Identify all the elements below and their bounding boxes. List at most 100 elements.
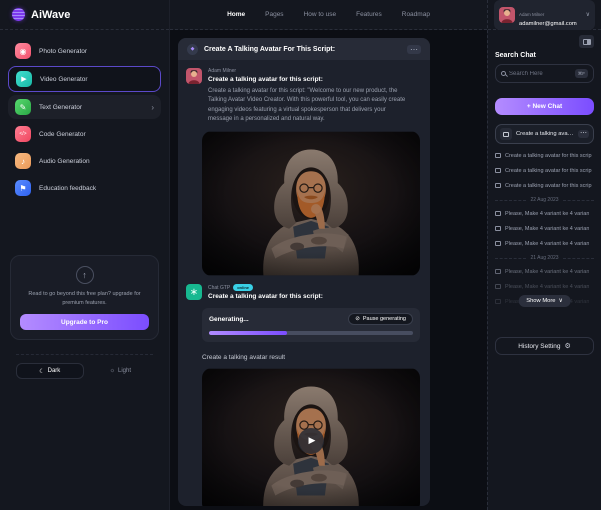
- dark-mode-button[interactable]: ☾ Dark: [16, 363, 84, 379]
- sidebar-item-label: Code Generator: [39, 131, 86, 138]
- nav-features[interactable]: Features: [356, 11, 382, 18]
- sidebar-item-code-generator[interactable]: </> Code Generator: [8, 122, 161, 146]
- avatar-source-image: [202, 131, 420, 276]
- chat-panel: ◆ Create A Talking Avatar For This Scrip…: [178, 38, 430, 506]
- chat-history-item[interactable]: Create a talking avatar for this scrip: [495, 148, 594, 163]
- brand-logo-icon: [12, 8, 25, 21]
- online-badge: online: [233, 284, 253, 291]
- chatgpt-icon: ∗: [186, 284, 202, 300]
- result-label: Create a talking avatar result: [202, 354, 422, 361]
- code-icon: </>: [15, 126, 31, 142]
- sidebar-item-video-generator[interactable]: ▶ Video Generator: [8, 66, 161, 92]
- sidebar-item-label: Video Generator: [40, 76, 88, 83]
- active-chat-label: Create a talking avatar for this scrip: [516, 131, 574, 137]
- light-label: Light: [118, 368, 131, 374]
- active-chat-item[interactable]: Create a talking avatar for this scrip ⋯: [495, 124, 594, 144]
- right-sidebar: Adam Milner adamilner@gmail.com ∨ Search…: [487, 0, 601, 510]
- show-more-button[interactable]: Show More ∨: [518, 295, 571, 307]
- chat-history-item[interactable]: Create a talking avatar for this scrip: [495, 178, 594, 193]
- pause-generating-button[interactable]: ⊘ Pause generating: [348, 313, 413, 325]
- chat-icon: [495, 153, 501, 158]
- left-sidebar: AiWave ◉ Photo Generator ▶ Video Generat…: [0, 0, 170, 510]
- upgrade-text: Read to go beyond this free plan? upgrad…: [20, 290, 149, 307]
- sidebar-item-label: Education feedback: [39, 185, 96, 192]
- message-heading: Create a talking avatar for this script:: [208, 76, 410, 83]
- chat-icon: [495, 183, 501, 188]
- gear-icon: ⚙: [565, 342, 571, 350]
- nav-roadmap[interactable]: Roadmap: [402, 11, 430, 18]
- sidebar-item-text-generator[interactable]: ✎ Text Generator ›: [8, 95, 161, 119]
- avatar-result-video[interactable]: ▶: [202, 368, 420, 506]
- chat-icon: [495, 168, 501, 173]
- chat-icon: [495, 269, 501, 274]
- main-area: ◆ Create A Talking Avatar For This Scrip…: [170, 30, 487, 510]
- chat-history-item[interactable]: Please, Make 4 variant ke 4 varian: [495, 221, 594, 236]
- nav-pages[interactable]: Pages: [265, 11, 283, 18]
- user-avatar: [499, 7, 515, 23]
- user-avatar: [186, 68, 202, 84]
- collapse-panel-button[interactable]: [579, 35, 594, 48]
- chat-icon: [500, 128, 512, 140]
- pause-label: Pause generating: [363, 316, 406, 322]
- chat-history-list: Create a talking avatar for this scrip C…: [495, 148, 594, 309]
- chat-body: Adam Milner Create a talking avatar for …: [178, 60, 430, 506]
- older-history-group: Please, Make 4 variant ke 4 varian Pleas…: [495, 264, 594, 309]
- chevron-down-icon: ∨: [586, 11, 590, 18]
- sidebar-item-label: Text Generator: [39, 104, 82, 111]
- play-icon[interactable]: ▶: [298, 428, 324, 454]
- chat-icon: [495, 284, 501, 289]
- chat-history-item[interactable]: Please, Make 4 variant ke 4 varian: [495, 236, 594, 251]
- user-name: Adam Milner: [519, 12, 544, 17]
- top-nav: Home Pages How to use Features Roadmap: [170, 0, 487, 30]
- chevron-down-icon: ∨: [559, 298, 563, 304]
- generating-label: Generating...: [209, 316, 249, 323]
- bot-message: ∗ Chat GTP online Create a talking avata…: [186, 284, 422, 304]
- brand-name: AiWave: [31, 9, 70, 21]
- sidebar-item-label: Photo Generator: [39, 48, 87, 55]
- photo-icon: ◉: [15, 43, 31, 59]
- chat-icon: [495, 299, 501, 304]
- chat-history-item[interactable]: Please, Make 4 variant ke 4 varian: [495, 279, 594, 294]
- center-column: Home Pages How to use Features Roadmap ◆…: [170, 0, 487, 510]
- message-body: Create a talking avatar for this script:…: [208, 87, 410, 124]
- moon-icon: ☾: [39, 368, 44, 375]
- generator-menu: ◉ Photo Generator ▶ Video Generator ✎ Te…: [0, 30, 169, 203]
- show-more-label: Show More: [526, 298, 555, 304]
- sidebar-item-label: Audio Generation: [39, 158, 90, 165]
- light-mode-button[interactable]: ☼ Light: [88, 363, 154, 379]
- panel-icon: [583, 39, 591, 45]
- chat-title: Create A Talking Avatar For This Script:: [204, 46, 401, 53]
- progress-fill: [209, 331, 287, 335]
- chat-history-item[interactable]: Please, Make 4 variant ke 4 varian: [495, 206, 594, 221]
- nav-home[interactable]: Home: [227, 11, 245, 18]
- bot-author: Chat GTP: [208, 285, 230, 291]
- chevron-right-icon: ›: [151, 103, 154, 112]
- date-divider: 22 Aug 2023: [495, 197, 594, 203]
- search-box: ⌘F: [495, 64, 594, 83]
- brand-logo[interactable]: AiWave: [0, 0, 169, 30]
- sidebar-item-education-feedback[interactable]: ⚑ Education feedback: [8, 176, 161, 200]
- audio-icon: ♪: [15, 153, 31, 169]
- bot-heading: Create a talking avatar for this script:: [208, 293, 323, 300]
- user-row: Adam Milner adamilner@gmail.com ∨: [488, 0, 601, 30]
- user-message: Adam Milner Create a talking avatar for …: [186, 68, 422, 124]
- theme-toggle: ☾ Dark ☼ Light: [16, 354, 153, 379]
- nav-how-to-use[interactable]: How to use: [304, 11, 337, 18]
- chat-history-item[interactable]: Please, Make 4 variant ke 4 varian: [495, 264, 594, 279]
- progress-bar: [209, 331, 413, 335]
- chat-history-item[interactable]: Create a talking avatar for this scrip: [495, 163, 594, 178]
- history-setting-label: History Setting: [518, 343, 560, 350]
- sidebar-item-audio-generation[interactable]: ♪ Audio Generation: [8, 149, 161, 173]
- upgrade-to-pro-button[interactable]: Upgrade to Pro: [20, 314, 149, 330]
- new-chat-button[interactable]: + New Chat: [495, 98, 594, 115]
- chat-icon: [495, 211, 501, 216]
- chat-options-button[interactable]: ⋯: [407, 45, 421, 54]
- chat-icon: [495, 241, 501, 246]
- history-setting-button[interactable]: History Setting ⚙: [495, 337, 594, 355]
- user-email: adamilner@gmail.com: [519, 21, 582, 27]
- user-menu[interactable]: Adam Milner adamilner@gmail.com ∨: [494, 0, 595, 30]
- search-input[interactable]: [509, 71, 572, 77]
- chat-item-options-button[interactable]: ⋯: [578, 130, 589, 138]
- sun-icon: ☼: [109, 368, 115, 374]
- sidebar-item-photo-generator[interactable]: ◉ Photo Generator: [8, 39, 161, 63]
